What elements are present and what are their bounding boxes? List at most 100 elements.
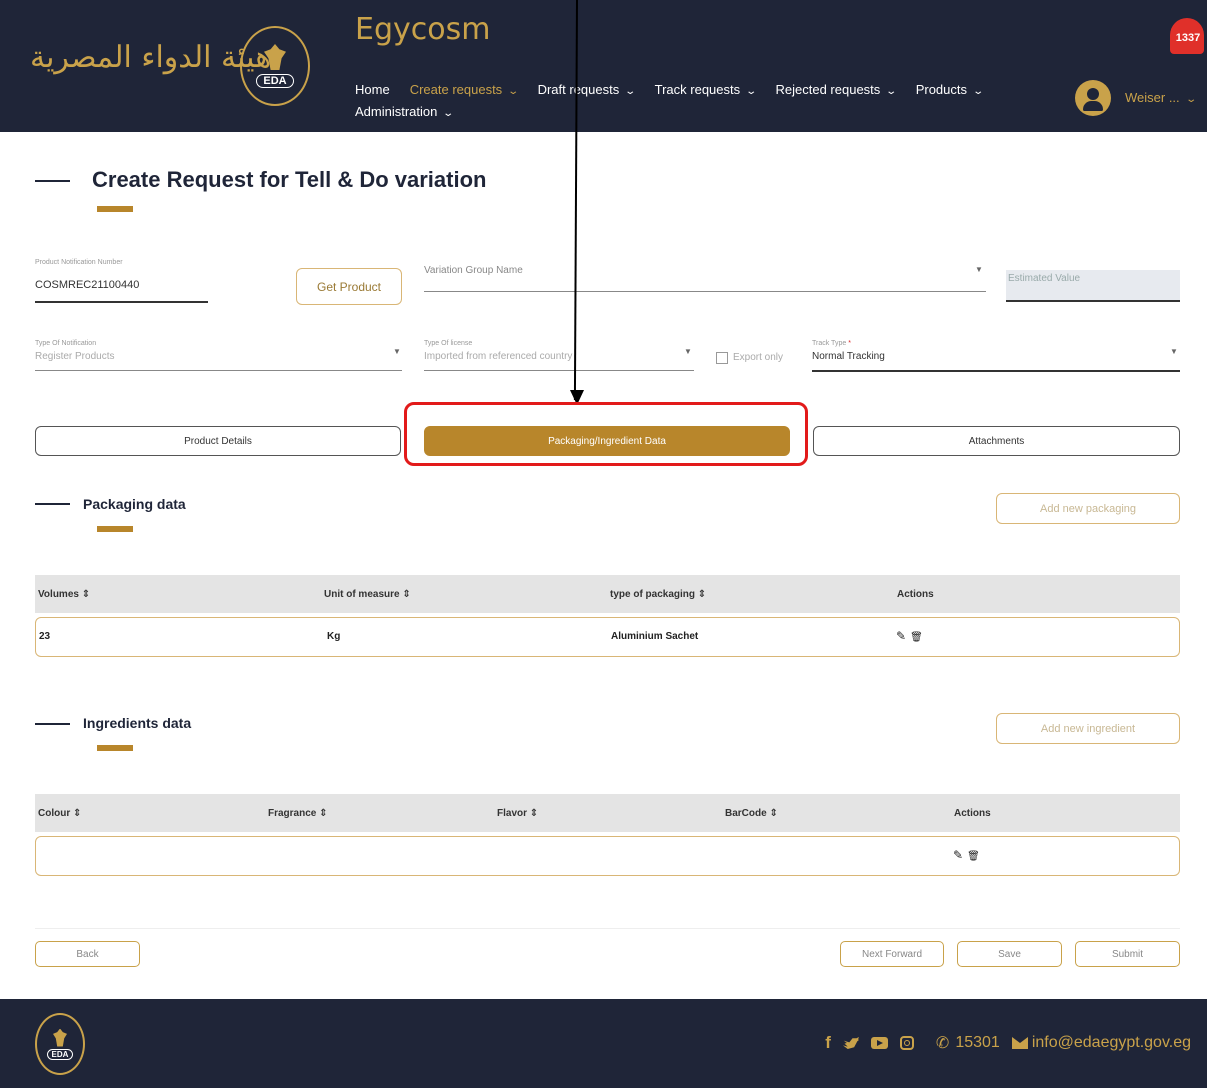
chevron-down-icon: ⌄ [442,108,455,119]
add-ingredient-button[interactable]: Add new ingredient [996,713,1180,744]
instagram-icon[interactable] [899,1036,914,1050]
track-type-label: Track Type * [812,340,851,347]
annotation-highlight-box [404,402,808,466]
nav-draft-requests-label: Draft requests [537,82,620,97]
facebook-icon[interactable]: f [825,1033,831,1053]
ingredients-section-title: Ingredients data [83,715,192,731]
estimated-value-placeholder: Estimated Value [1008,273,1081,284]
col-actions: Actions [897,589,934,600]
variation-group-field[interactable]: Variation Group Name [424,265,523,276]
track-type-select[interactable]: Normal Tracking [812,351,885,362]
user-avatar-icon[interactable] [1075,80,1111,116]
get-product-button[interactable]: Get Product [296,268,402,305]
section-underline [97,745,133,751]
user-name: Weiser ... [1125,90,1180,105]
title-underline [97,206,133,212]
product-notification-underline [35,301,208,303]
row-actions: ✎ 🗑 [953,848,984,862]
packaging-table-header: Volumes ⇕ Unit of measure ⇕ type of pack… [35,575,1180,613]
col-unit-of-measure[interactable]: Unit of measure ⇕ [324,589,411,600]
footer-seal-text: EDA [46,1048,74,1060]
user-menu[interactable]: Weiser ... ⌄ [1125,90,1197,105]
edit-icon[interactable]: ✎ [953,848,963,862]
export-only-checkbox[interactable] [716,352,728,364]
cell-unit: Kg [327,631,341,642]
brand-title[interactable]: Egycosm [355,12,490,47]
col-type-of-packaging[interactable]: type of packaging ⇕ [610,589,706,600]
delete-icon[interactable]: 🗑 [967,851,980,862]
product-notification-field[interactable]: COSMREC21100440 [35,279,139,291]
tab-product-details[interactable]: Product Details [35,426,401,456]
save-button[interactable]: Save [957,941,1062,967]
ingredients-table-header: Colour ⇕ Fragrance ⇕ Flavor ⇕ BarCode ⇕ … [35,794,1180,832]
phone-icon: ✆ [935,1035,950,1052]
eagle-icon [53,1028,67,1047]
chevron-down-icon: ⌄ [745,86,758,97]
nav-rejected-requests-label: Rejected requests [775,82,881,97]
notification-bell-icon[interactable]: 1337 [1170,12,1204,56]
track-type-label-text: Track Type [812,340,847,347]
col-fragrance[interactable]: Fragrance ⇕ [268,808,328,819]
caret-down-icon[interactable]: ▼ [393,347,401,356]
title-decor-line [35,180,70,182]
export-only-label: Export only [733,352,784,363]
notification-count: 1337 [1175,32,1201,44]
col-flavor[interactable]: Flavor ⇕ [497,808,538,819]
section-decor-line [35,723,70,725]
product-notification-label: Product Notification Number [35,259,123,266]
next-forward-button[interactable]: Next Forward [840,941,944,967]
delete-icon[interactable]: 🗑 [910,632,923,643]
cell-volume: 23 [39,631,51,642]
col-actions: Actions [954,808,991,819]
col-barcode[interactable]: BarCode ⇕ [725,808,778,819]
estimated-value-field[interactable]: Estimated Value [1006,270,1180,302]
caret-down-icon[interactable]: ▼ [1170,347,1178,356]
nav-create-requests-label: Create requests [409,82,503,97]
chevron-down-icon: ⌄ [885,86,898,97]
tab-attachments[interactable]: Attachments [813,426,1180,456]
avatar-body [1083,101,1103,111]
nav-create-requests[interactable]: Create requests ⌄ [409,80,520,102]
type-of-notification-select[interactable]: Register Products [35,351,114,362]
youtube-icon[interactable] [870,1037,888,1049]
footer: EDA f ✆ 15301 info@edaegypt.gov.eg [0,999,1207,1088]
chevron-down-icon: ⌄ [972,86,985,97]
type-of-license-select[interactable]: Imported from referenced country [424,351,572,362]
nav-track-requests[interactable]: Track requests ⌄ [655,80,758,102]
mail-icon [1011,1037,1028,1049]
footer-email[interactable]: info@edaegypt.gov.eg [1032,1034,1191,1052]
arabic-logo: هيئة الدواء المصرية [30,40,272,75]
nav-products-label: Products [915,82,967,97]
section-underline [97,526,133,532]
type-of-notification-label: Type Of Notification [35,340,97,347]
top-header: هيئة الدواء المصرية EDA Egycosm Home Crea… [0,0,1207,132]
section-decor-line [35,503,70,505]
nav-home[interactable]: Home [355,80,390,100]
footer-phone[interactable]: 15301 [955,1034,1000,1052]
type-of-license-underline [424,370,694,371]
nav-products[interactable]: Products ⌄ [915,80,985,102]
edit-icon[interactable]: ✎ [896,629,906,643]
page-title: Create Request for Tell & Do variation [92,167,487,192]
nav-draft-requests[interactable]: Draft requests ⌄ [537,80,637,102]
type-of-license-label: Type Of license [424,340,473,347]
footer-contact: f ✆ 15301 info@edaegypt.gov.eg [825,1033,1191,1053]
twitter-icon[interactable] [842,1037,859,1049]
back-button[interactable]: Back [35,941,140,967]
caret-down-icon[interactable]: ▼ [684,347,692,356]
submit-button[interactable]: Submit [1075,941,1180,967]
nav-rejected-requests[interactable]: Rejected requests ⌄ [775,80,898,102]
cell-packaging-type: Aluminium Sachet [611,631,699,642]
eda-seal-logo: EDA [240,26,310,106]
nav-administration[interactable]: Administration ⌄ [355,102,455,124]
nav-home-label: Home [355,82,390,97]
table-row: ✎ 🗑 [35,836,1180,876]
footer-seal-logo: EDA [35,1013,85,1075]
packaging-section-title: Packaging data [83,496,186,512]
col-volumes[interactable]: Volumes ⇕ [38,589,90,600]
col-colour[interactable]: Colour ⇕ [38,808,81,819]
caret-down-icon[interactable]: ▼ [975,265,983,274]
add-packaging-button[interactable]: Add new packaging [996,493,1180,524]
divider [35,928,1180,929]
table-row: 23 Kg Aluminium Sachet ✎ 🗑 [35,617,1180,657]
